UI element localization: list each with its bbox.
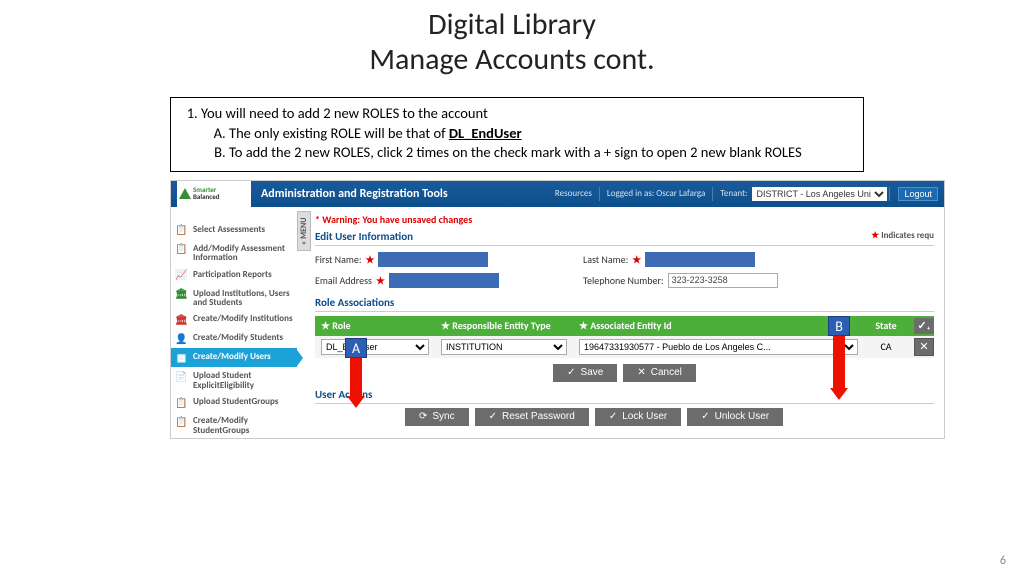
reset-password-button[interactable]: ✓Reset Password <box>475 408 589 426</box>
sidebar-icon: 📄 <box>175 370 188 383</box>
tenant-select[interactable]: DISTRICT - Los Angeles Unified <box>752 187 887 201</box>
app-screenshot: SmarterBalanced Administration and Regis… <box>170 180 945 440</box>
sidebar-label: Select Assessments <box>193 224 265 234</box>
sidebar-item[interactable]: 📋 Upload StudentGroups <box>171 393 297 412</box>
slide-title: Digital Library Manage Accounts cont. <box>0 0 1024 77</box>
last-name-label: Last Name: <box>583 253 628 266</box>
refresh-icon: ⟳ <box>419 411 427 422</box>
arrow-b <box>831 336 847 396</box>
sidebar-label: Participation Reports <box>193 269 272 279</box>
cancel-button[interactable]: ✕Cancel <box>623 364 696 382</box>
logout-button[interactable]: Logout <box>898 187 938 201</box>
entity-type-select[interactable]: INSTITUTION <box>441 339 567 355</box>
arrow-a <box>348 358 364 408</box>
sidebar-icon: 📈 <box>175 269 188 282</box>
header-title: Administration and Registration Tools <box>251 187 448 201</box>
sidebar-item[interactable]: 🏛 Create/Modify Institutions <box>171 310 297 329</box>
add-role-button[interactable]: ✓₊ <box>914 318 934 334</box>
sidebar-icon: 📋 <box>175 396 188 409</box>
role-select[interactable]: DL_EndUser <box>321 339 429 355</box>
first-name-input[interactable] <box>378 252 488 267</box>
phone-label: Telephone Number: <box>583 274 664 287</box>
app-header: SmarterBalanced Administration and Regis… <box>171 181 944 207</box>
instructions-box: You will need to add 2 new ROLES to the … <box>170 97 864 172</box>
sidebar-label: Upload Institutions, Users and Students <box>193 288 293 308</box>
resources-link[interactable]: Resources <box>555 188 592 199</box>
sidebar-label: Add/Modify Assessment Information <box>193 243 293 263</box>
delete-role-button[interactable]: ✕ <box>914 338 934 356</box>
sidebar-label: Create/Modify Institutions <box>193 313 293 323</box>
logo: SmarterBalanced <box>177 181 251 207</box>
check-icon: ✓ <box>567 367 575 378</box>
sidebar-item[interactable]: 📋 Create/Modify StudentGroups <box>171 412 297 438</box>
sync-button[interactable]: ⟳Sync <box>405 408 469 426</box>
x-icon: ✕ <box>637 367 645 378</box>
sidebar-icon: 📋 <box>175 224 188 237</box>
email-input[interactable] <box>389 273 499 288</box>
sidebar-icon: 📋 <box>175 243 188 256</box>
phone-input[interactable] <box>668 273 778 288</box>
sidebar: 📋 Select Assessments 📋 Add/Modify Assessmen… <box>171 207 297 439</box>
logo-icon <box>179 188 191 199</box>
last-name-input[interactable] <box>645 252 755 267</box>
state-cell: CA <box>864 340 908 353</box>
sidebar-item[interactable]: 📋 Select Assessments <box>171 221 297 240</box>
close-icon: ✕ <box>919 340 928 353</box>
lock-user-button[interactable]: ✓Lock User <box>595 408 681 426</box>
menu-collapse-tab[interactable]: « MENU <box>297 211 311 251</box>
entity-id-select[interactable]: 19647331930577 - Pueblo de Los Angeles C… <box>579 339 858 355</box>
sidebar-label: Upload Student ExplicitEligibility <box>193 370 293 390</box>
instruction-1a: The only existing ROLE will be that of D… <box>229 124 853 144</box>
save-button[interactable]: ✓Save <box>553 364 617 382</box>
sidebar-item[interactable]: 📋 Add/Modify Assessment Information <box>171 240 297 266</box>
sidebar-item[interactable]: 👤 Create/Modify Students <box>171 329 297 348</box>
sidebar-icon: ▦ <box>175 351 188 364</box>
first-name-label: First Name: <box>315 253 362 266</box>
checkmark-plus-icon: ✓₊ <box>917 319 930 332</box>
sidebar-item[interactable]: ▦ Create/Modify Users <box>171 348 297 367</box>
check-icon: ✓ <box>701 411 709 422</box>
sidebar-icon: 👤 <box>175 332 188 345</box>
sidebar-item[interactable]: 📈 Participation Reports <box>171 266 297 285</box>
section-edit-user: Edit User Information ★ Indicates requ <box>315 230 934 246</box>
sidebar-label: Create/Modify Students <box>193 332 283 342</box>
callout-a: A <box>345 338 367 358</box>
instruction-1b: To add the 2 new ROLES, click 2 times on… <box>229 143 853 163</box>
sidebar-icon: 🏛 <box>175 313 188 326</box>
sidebar-label: Upload StudentGroups <box>193 396 278 406</box>
unlock-user-button[interactable]: ✓Unlock User <box>687 408 783 426</box>
sidebar-icon: 🏛 <box>175 288 188 301</box>
logged-in-text: Logged in as: Oscar Lafarga <box>607 188 705 199</box>
instruction-1: You will need to add 2 new ROLES to the … <box>201 104 853 163</box>
sidebar-item[interactable]: 🏛 Upload Institutions, Users and Students <box>171 285 297 311</box>
warning-text: * Warning: You have unsaved changes <box>315 213 934 226</box>
email-label: Email Address <box>315 274 372 287</box>
check-icon: ✓ <box>609 411 617 422</box>
section-role-assoc: Role Associations <box>315 296 934 312</box>
page-number: 6 <box>1000 554 1006 568</box>
tenant-label: Tenant: <box>720 188 747 199</box>
callout-b: B <box>828 316 850 336</box>
check-icon: ✓ <box>489 411 497 422</box>
sidebar-item[interactable]: 📄 Upload Student ExplicitEligibility <box>171 367 297 393</box>
sidebar-label: Create/Modify Users <box>193 351 271 361</box>
sidebar-label: Create/Modify StudentGroups <box>193 415 293 435</box>
sidebar-icon: 📋 <box>175 415 188 428</box>
